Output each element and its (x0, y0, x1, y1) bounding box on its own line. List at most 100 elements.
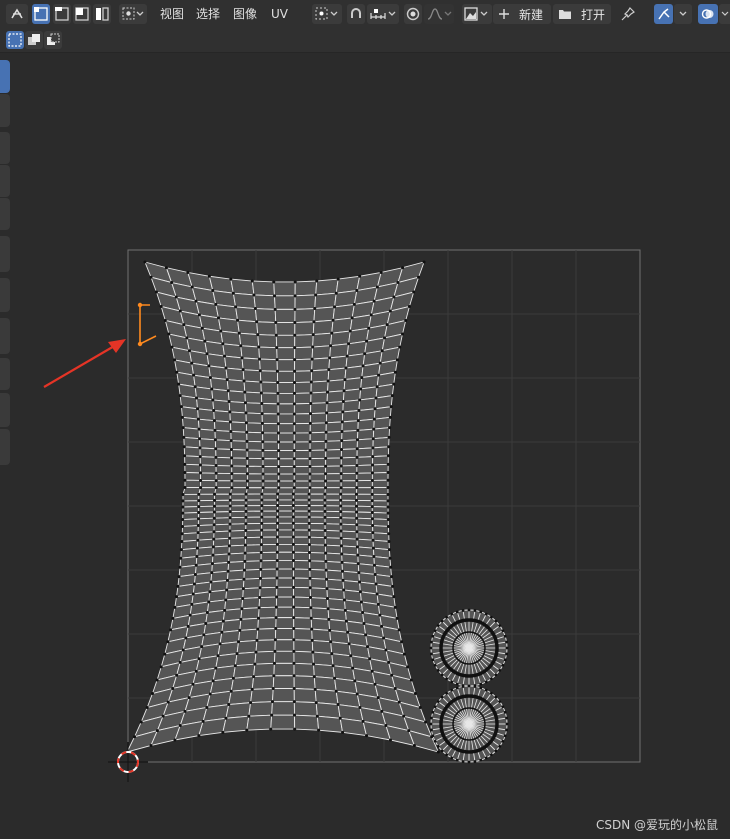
uv-vertex (275, 358, 279, 362)
uv-island-circle-bottom[interactable] (429, 684, 509, 764)
uv-island-circle-top[interactable] (429, 608, 509, 688)
uv-face (214, 429, 232, 442)
uv-vertex (371, 546, 375, 550)
uv-vertex (244, 504, 248, 508)
uv-vertex (314, 701, 318, 705)
uv-face (271, 701, 295, 716)
uv-vertex (445, 677, 449, 681)
uv-vertex (180, 540, 184, 544)
uv-vertex (292, 402, 296, 406)
uv-vertex (291, 558, 295, 562)
uv-vertex (503, 634, 507, 638)
uv-vertex (333, 305, 337, 309)
uv-vertex (347, 342, 351, 346)
uv-vertex (364, 633, 368, 637)
uv-vertex (386, 492, 390, 496)
uv-vertex (450, 756, 454, 760)
arrow-head (108, 339, 126, 353)
uv-face (340, 499, 357, 507)
uv-vertex (324, 439, 328, 443)
uv-vertex (173, 358, 177, 362)
uv-face (341, 429, 359, 442)
uv-vertex (227, 544, 231, 548)
uv-vertex (196, 531, 200, 535)
uv-face (294, 714, 320, 731)
uv-vertex (174, 295, 178, 299)
uv-vertex (261, 457, 265, 461)
uv-vertex (368, 657, 372, 661)
uv-face (324, 487, 342, 495)
uv-vertex (293, 280, 297, 284)
uv-face (230, 430, 248, 442)
uv-face (293, 639, 314, 653)
uv-face (293, 586, 311, 599)
uv-vertex (149, 743, 153, 747)
uv-vertex (372, 563, 376, 567)
uv-face (325, 449, 342, 459)
uv-vertex (154, 290, 158, 294)
uv-face (277, 487, 295, 495)
uv-vertex (309, 596, 313, 600)
uv-vertex (341, 578, 345, 582)
uv-vertex (409, 678, 413, 682)
uv-vertex (230, 479, 234, 483)
uv-vertex (213, 498, 217, 502)
uv-viewport[interactable] (0, 0, 730, 839)
uv-vertex (308, 559, 312, 563)
uv-vertex (276, 492, 280, 496)
uv-vertex (238, 628, 242, 632)
uv-face (356, 438, 374, 450)
uv-face (213, 517, 231, 526)
uv-vertex (291, 535, 295, 539)
uv-vertex (173, 605, 177, 609)
uv-face (197, 517, 215, 527)
uv-vertex (291, 567, 295, 571)
uv-vertex (355, 455, 359, 459)
uv-vertex (371, 446, 375, 450)
uv-vertex (353, 679, 357, 683)
uv-vertex (293, 369, 297, 373)
uv-face (231, 465, 248, 475)
uv-vertex (139, 720, 143, 724)
uv-face (311, 357, 331, 372)
selected-edge[interactable] (137, 302, 157, 347)
uv-vertex (178, 394, 182, 398)
uv-vertex (292, 472, 296, 476)
uv-vertex (393, 370, 397, 374)
uv-vertex (181, 524, 185, 528)
uv-vertex (386, 511, 390, 515)
uv-vertex (324, 559, 328, 563)
uv-vertex (436, 750, 440, 754)
uv-vertex (260, 421, 264, 425)
uv-face (325, 552, 343, 563)
uv-face (314, 688, 339, 706)
uv-vertex (200, 326, 204, 330)
uv-vertex (355, 464, 359, 468)
uv-vertex (275, 585, 279, 589)
uv-vertex (307, 521, 311, 525)
uv-vertex (371, 538, 375, 542)
uv-vertex (276, 504, 280, 508)
uv-vertex (292, 700, 296, 704)
uv-vertex (159, 304, 163, 308)
uv-vertex (273, 649, 277, 653)
uv-vertex (197, 734, 201, 738)
uv-vertex (324, 479, 328, 483)
uv-vertex (339, 456, 343, 460)
uv-vertex (275, 558, 279, 562)
uv-vertex (214, 447, 218, 451)
uv-vertex (373, 572, 377, 576)
uv-vertex (374, 396, 378, 400)
uv-face (325, 457, 342, 467)
uv-face (213, 505, 231, 513)
uv-face (261, 522, 279, 531)
uv-vertex (325, 411, 329, 415)
uv-face (229, 499, 247, 507)
uv-face (260, 559, 278, 570)
uv-vertex (308, 567, 312, 571)
uv-island-main[interactable] (125, 260, 440, 754)
uv-face (277, 516, 294, 524)
uv-vertex (292, 595, 296, 599)
uv-vertex (231, 291, 235, 295)
uv-vertex (371, 463, 375, 467)
